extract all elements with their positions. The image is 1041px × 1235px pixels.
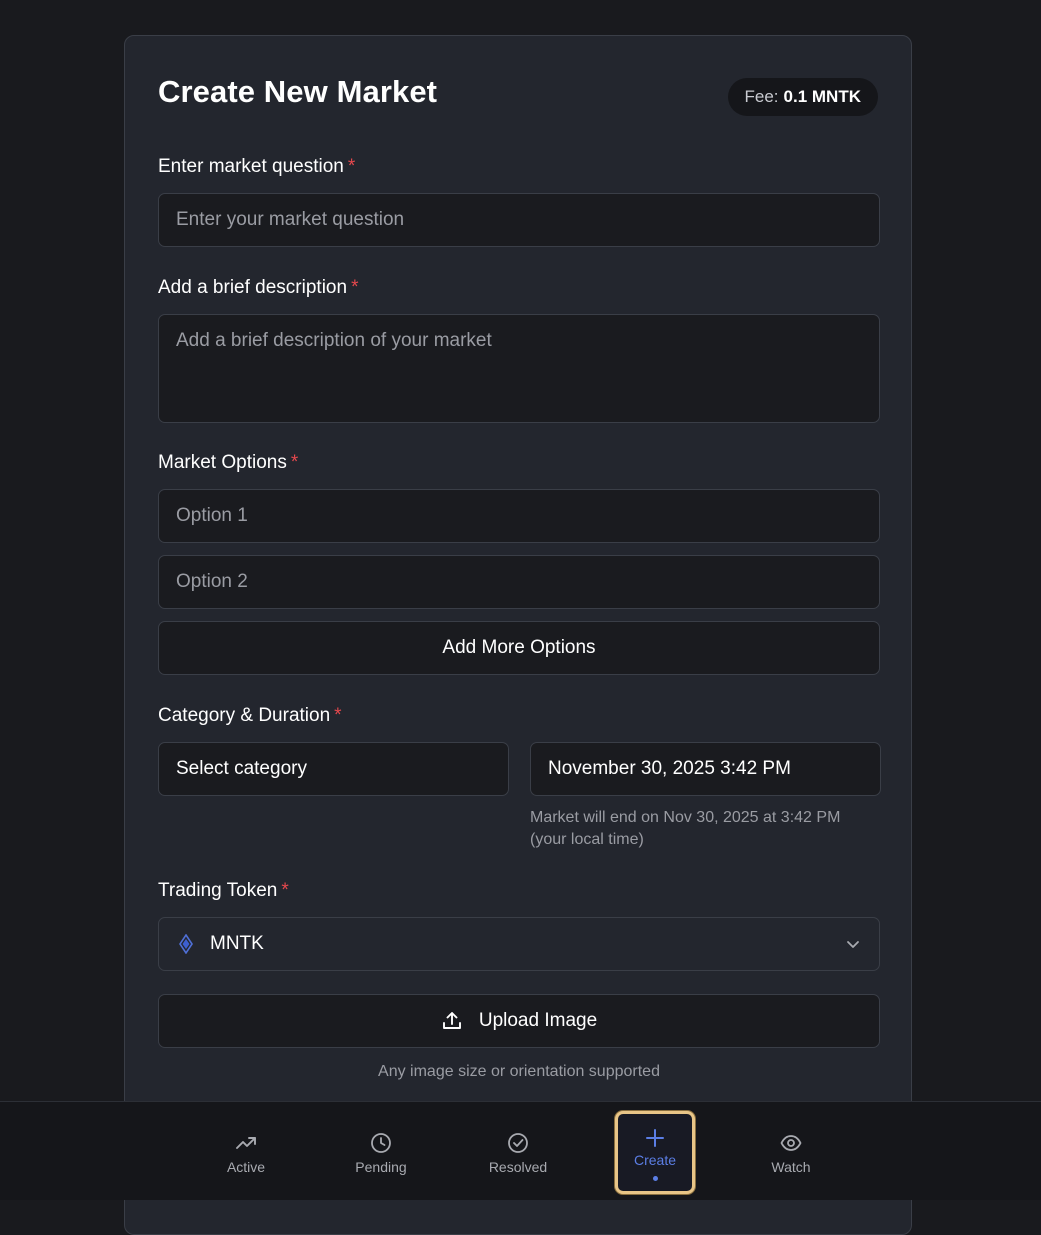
nav-item-watch[interactable]: Watch [741, 1102, 841, 1201]
end-date-input[interactable]: November 30, 2025 3:42 PM [530, 742, 881, 796]
option-2-placeholder: Option 2 [176, 571, 248, 592]
required-mark: * [281, 880, 289, 901]
active-indicator-dot [652, 1176, 658, 1181]
question-placeholder: Enter your market question [176, 209, 405, 230]
chevron-down-icon [845, 936, 861, 952]
upload-image-button[interactable]: Upload Image [158, 994, 880, 1048]
nav-label-pending: Pending [355, 1159, 407, 1175]
nav-item-active[interactable]: Active [196, 1102, 296, 1201]
description-placeholder: Add a brief description of your market [176, 330, 492, 351]
question-label: Enter market question * [158, 156, 355, 178]
question-label-text: Enter market question [158, 156, 344, 177]
plus-icon [646, 1129, 664, 1147]
description-label: Add a brief description * [158, 277, 358, 299]
trading-token-select[interactable]: MNTK [158, 917, 880, 971]
end-date-value: November 30, 2025 3:42 PM [548, 758, 791, 779]
upload-hint: Any image size or orientation supported [378, 1063, 660, 1080]
add-more-options-button[interactable]: Add More Options [158, 621, 880, 675]
option-1-placeholder: Option 1 [176, 505, 248, 526]
trading-token-label-text: Trading Token [158, 880, 278, 901]
token-value: MNTK [210, 933, 264, 954]
page-title: Create New Market [158, 74, 438, 109]
check-circle-icon [508, 1133, 528, 1153]
fee-label: Fee: [744, 87, 779, 106]
required-mark: * [334, 705, 342, 726]
required-mark: * [351, 277, 359, 298]
options-label: Market Options * [158, 452, 298, 474]
required-mark: * [347, 156, 356, 177]
category-duration-label: Category & Duration * [158, 705, 342, 727]
upload-image-label: Upload Image [478, 1010, 598, 1031]
upload-icon [441, 1010, 463, 1032]
option-1-input[interactable]: Option 1 [158, 489, 880, 543]
options-label-text: Market Options [158, 452, 287, 473]
nav-label-create: Create [633, 1152, 677, 1168]
clock-icon [371, 1133, 391, 1153]
fee-value: 0.1 MNTK [783, 87, 861, 106]
option-2-input[interactable]: Option 2 [158, 555, 880, 609]
trending-up-icon [236, 1137, 256, 1149]
nav-label-resolved: Resolved [488, 1159, 548, 1175]
token-icon [176, 934, 196, 954]
fee-badge: Fee: 0.1 MNTK [727, 78, 878, 116]
add-more-options-label: Add More Options [442, 637, 596, 658]
required-mark: * [290, 452, 299, 473]
bottom-nav: Active Pending Resolved Create Watch [0, 1101, 1041, 1200]
category-select[interactable]: Select category [158, 742, 509, 796]
create-market-card: Create New Market Fee: 0.1 MNTK Enter ma… [124, 35, 912, 1235]
description-textarea[interactable]: Add a brief description of your market [158, 314, 880, 423]
nav-item-create[interactable]: Create [615, 1111, 695, 1194]
category-duration-label-text: Category & Duration [158, 705, 331, 726]
category-select-value: Select category [176, 758, 307, 779]
nav-label-active: Active [226, 1159, 266, 1175]
question-input[interactable]: Enter your market question [158, 193, 880, 247]
description-label-text: Add a brief description [158, 277, 348, 298]
end-date-hint: Market will end on Nov 30, 2025 at 3:42 … [530, 809, 841, 848]
trading-token-label: Trading Token * [158, 880, 289, 902]
eye-icon [780, 1135, 802, 1151]
nav-label-watch: Watch [771, 1159, 811, 1175]
nav-item-pending[interactable]: Pending [331, 1102, 431, 1201]
nav-item-resolved[interactable]: Resolved [468, 1102, 568, 1201]
